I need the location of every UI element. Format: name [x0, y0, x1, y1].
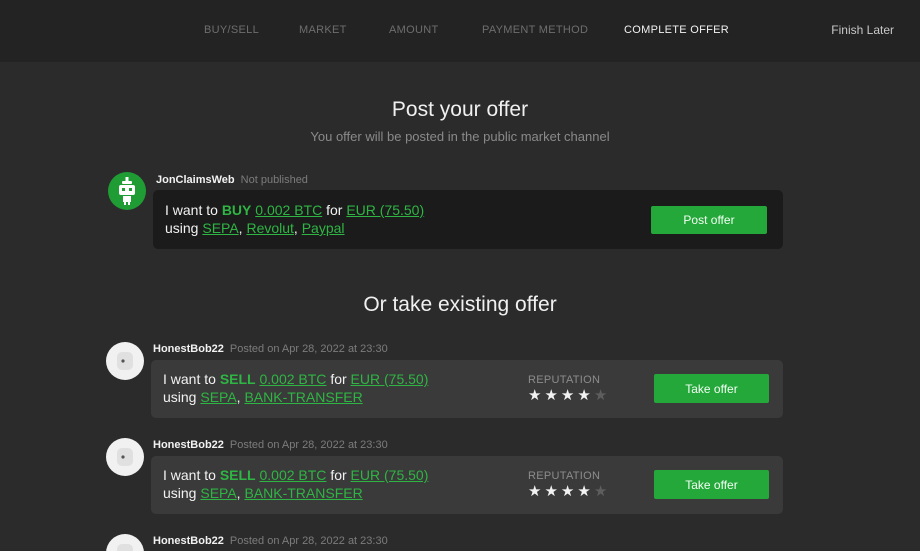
take-offer-button[interactable]: Take offer: [654, 470, 769, 499]
step-payment-method[interactable]: PAYMENT METHOD: [482, 24, 588, 36]
offer-text-prefix: I want to: [163, 371, 216, 387]
offer-text-prefix: I want to: [163, 467, 216, 483]
offer-fiat-link[interactable]: EUR (75.50): [346, 202, 424, 218]
offer-posted-date: Posted on Apr 28, 2022 at 23:30: [229, 535, 388, 547]
offer-posted-date: Posted on Apr 28, 2022 at 23:30: [229, 439, 388, 451]
star-icon: ★: [560, 483, 578, 500]
star-icon: ★: [544, 387, 561, 404]
offer-user-line: HonestBob22 Posted on Apr 28, 2022 at 23:…: [153, 535, 388, 547]
offer-text-using: using: [163, 389, 197, 405]
post-offer-button[interactable]: Post offer: [651, 206, 767, 234]
publish-status: Not published: [240, 174, 308, 186]
reputation-label: REPUTATION: [528, 374, 601, 386]
robot-avatar-icon: [108, 172, 146, 210]
robot-avatar-icon: [106, 342, 144, 380]
offer-text-for: for: [326, 202, 343, 218]
method-link-bank-transfer[interactable]: BANK-TRANSFER: [244, 485, 362, 501]
star-icon: ★: [528, 387, 545, 404]
step-buy-sell[interactable]: BUY/SELL: [204, 24, 259, 36]
offer-text-using: using: [165, 220, 199, 236]
star-icon: ★: [528, 483, 545, 500]
robot-avatar-icon: [106, 438, 144, 476]
method-link-revolut[interactable]: Revolut: [246, 220, 293, 236]
method-link-sepa[interactable]: SEPA: [200, 389, 236, 405]
star-icon: ★: [593, 483, 611, 500]
offer-posted-date: Posted on Apr 28, 2022 at 23:30: [229, 343, 388, 355]
offer-amount-link[interactable]: 0.002 BTC: [255, 202, 322, 218]
offer-card: I want to SELL 0.002 BTC for EUR (75.50)…: [151, 456, 783, 514]
own-username: JonClaimsWeb: [156, 174, 235, 186]
finish-later-link[interactable]: Finish Later: [831, 23, 894, 37]
method-link-bank-transfer[interactable]: BANK-TRANSFER: [244, 389, 362, 405]
step-amount[interactable]: AMOUNT: [389, 24, 438, 36]
step-complete-offer[interactable]: COMPLETE OFFER: [624, 24, 729, 36]
step-market[interactable]: MARKET: [299, 24, 347, 36]
method-link-sepa[interactable]: SEPA: [200, 485, 236, 501]
post-offer-subtitle: You offer will be posted in the public m…: [310, 129, 610, 144]
offer-amount-link[interactable]: 0.002 BTC: [259, 371, 326, 387]
wizard-header: BUY/SELL MARKET AMOUNT PAYMENT METHOD CO…: [0, 0, 920, 62]
reputation-stars: ★★★★★: [528, 482, 610, 500]
offer-username: HonestBob22: [153, 535, 224, 547]
offer-user-line: HonestBob22 Posted on Apr 28, 2022 at 23:…: [153, 439, 388, 451]
offer-text-for: for: [330, 467, 347, 483]
offer-username: HonestBob22: [153, 343, 224, 355]
offer-card: I want to SELL 0.002 BTC for EUR (75.50)…: [151, 360, 783, 418]
offer-fiat-link[interactable]: EUR (75.50): [351, 371, 429, 387]
offer-user-line: HonestBob22 Posted on Apr 28, 2022 at 23:…: [153, 343, 388, 355]
offer-username: HonestBob22: [153, 439, 224, 451]
star-icon: ★: [593, 387, 611, 404]
existing-offers-title: Or take existing offer: [363, 293, 557, 316]
take-offer-button[interactable]: Take offer: [654, 374, 769, 403]
offer-action: SELL: [219, 371, 256, 387]
offer-amount-link[interactable]: 0.002 BTC: [259, 467, 326, 483]
offer-text: I want to SELL 0.002 BTC for EUR (75.50)…: [163, 371, 429, 405]
offer-text-using: using: [163, 485, 197, 501]
offer-action: BUY: [221, 202, 252, 218]
offer-action: SELL: [219, 467, 256, 483]
own-offer-text: I want to BUY 0.002 BTC for EUR (75.50) …: [165, 202, 425, 236]
reputation-stars: ★★★★★: [528, 386, 610, 404]
offer-fiat-link[interactable]: EUR (75.50): [351, 467, 429, 483]
offer-text-for: for: [330, 371, 347, 387]
star-icon: ★: [577, 483, 594, 500]
own-offer-card: I want to BUY 0.002 BTC for EUR (75.50) …: [153, 190, 783, 249]
robot-avatar-icon: [106, 534, 144, 551]
offer-text-prefix: I want to: [165, 202, 218, 218]
star-icon: ★: [560, 387, 578, 404]
method-link-paypal[interactable]: Paypal: [302, 220, 345, 236]
star-icon: ★: [577, 387, 594, 404]
offer-text: I want to SELL 0.002 BTC for EUR (75.50)…: [163, 467, 429, 501]
reputation-label: REPUTATION: [528, 470, 601, 482]
post-offer-title: Post your offer: [391, 98, 529, 121]
star-icon: ★: [544, 483, 561, 500]
method-link-sepa[interactable]: SEPA: [202, 220, 238, 236]
own-offer-user-line: JonClaimsWeb Not published: [156, 174, 308, 186]
